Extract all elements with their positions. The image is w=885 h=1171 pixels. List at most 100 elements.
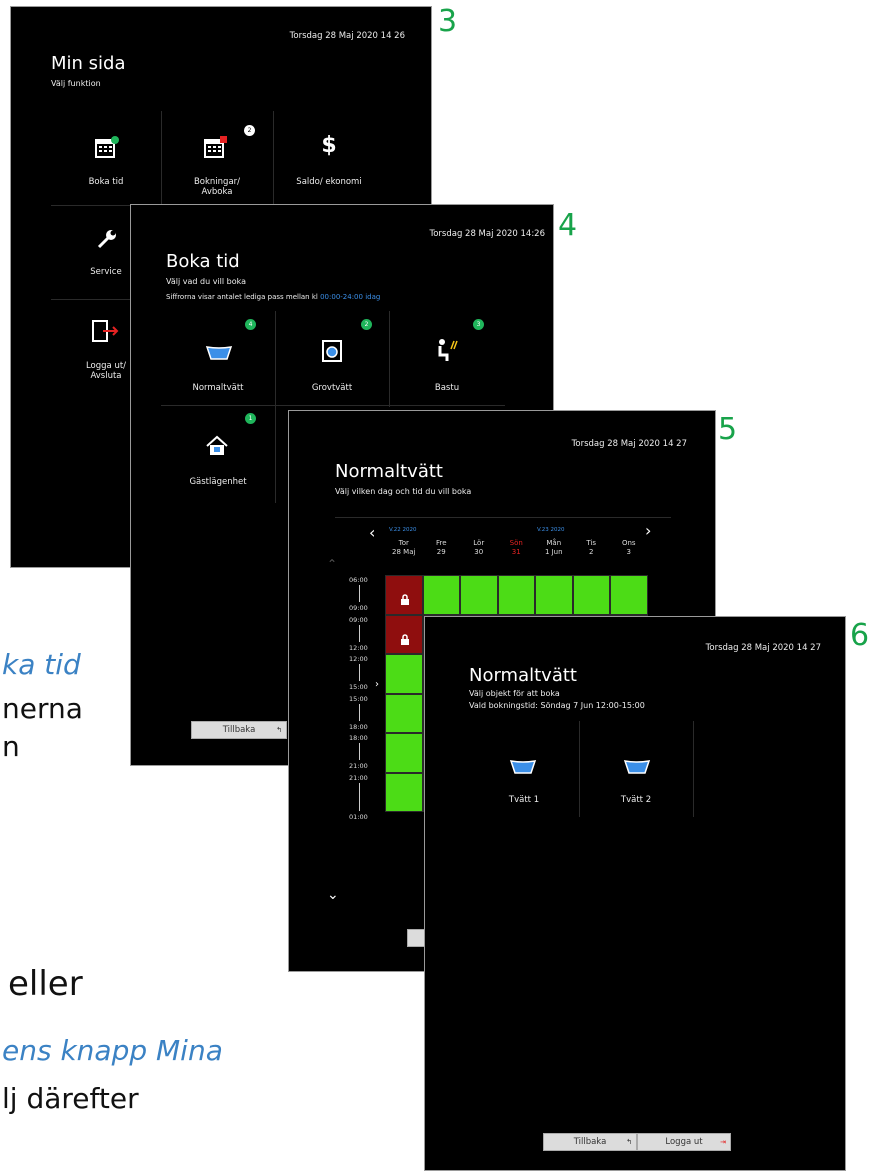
slot-available[interactable] [610,575,648,615]
back-button[interactable]: Tillbaka ↰ [543,1133,637,1151]
dollar-icon: $ [321,133,337,158]
day-date: 1 Jun [544,548,563,556]
day-header: Tis 2 [573,539,611,557]
slot-start-time: 06:00 [349,576,368,584]
slot-booked [385,614,423,654]
slot-start-time: 21:00 [349,773,368,782]
slot-available[interactable] [497,575,535,615]
slot-available[interactable] [422,575,460,615]
datetime: Torsdag 28 Maj 2020 14 27 [571,439,687,449]
tile-grovtvatt[interactable]: 2 Grovtvätt [275,311,389,405]
step-number-6: 6 [850,618,870,653]
week-label-23: V.23 2020 [537,527,565,533]
day-name: Tis [586,539,597,547]
day-header: Lör 30 [460,539,498,557]
slot-start-time: 09:00 [349,615,368,624]
slot-available[interactable] [460,575,498,615]
slot-end-time: 01:00 [349,812,368,821]
lock-icon [400,630,410,649]
tile-gastlagenhet[interactable]: 1 Gästlägenhet [161,405,275,501]
back-button[interactable]: Tillbaka ↰ [191,721,287,739]
lock-icon [400,590,410,609]
bg-text-1: ka tid [2,648,81,681]
washbasin-icon [205,346,233,360]
time-range-line [359,782,360,811]
slot-booked [385,575,423,615]
bg-text-3: n [2,730,20,763]
house-icon [206,435,228,455]
time-range-line [359,664,360,681]
bg-text-4: eller [8,964,83,1004]
slot-available[interactable] [385,772,423,812]
object-tvatt-1[interactable]: Tvätt 1 [469,721,579,817]
slot-end-time: 18:00 [349,722,368,731]
day-date: 2 [589,548,594,556]
page-title: Normaltvätt [335,461,443,482]
back-arrow-icon: ↰ [626,1138,632,1146]
page-title: Boka tid [166,251,240,272]
day-date: 3 [626,548,631,556]
tile-saldo[interactable]: $ Saldo/ ekonomi [273,111,385,205]
slot-available[interactable] [385,654,423,694]
bg-text-2: nerna [2,692,83,725]
calendar-check-icon [95,136,119,158]
available-count-badge: 2 [361,319,372,330]
day-date: 29 [436,548,446,556]
page-title: Normaltvätt [469,665,577,686]
day-name: Ons [621,539,636,547]
slot-start-time: 18:00 [349,734,368,742]
day-name: Tor [398,539,409,547]
step-number-5: 5 [718,412,738,447]
slot-available[interactable] [535,575,573,615]
day-date: 28 Maj [392,548,416,556]
day-name: Sön [509,539,523,547]
time-range-line [359,743,360,760]
time-expand-arrow[interactable]: › [375,679,379,690]
sauna-icon [438,339,458,361]
day-header: Fre 29 [423,539,461,557]
page-subtitle: Välj vad du vill boka [166,277,247,286]
slot-available[interactable] [385,693,423,733]
logout-icon [92,320,119,342]
washbasin-icon [623,760,651,774]
page-subtitle: Välj funktion [51,79,101,88]
page-subtitle: Välj objekt för att boka [469,689,560,698]
bg-text-6: lj därefter [2,1082,139,1115]
time-range-line [359,703,360,721]
day-header: Tor 28 Maj [385,539,423,557]
datetime: Torsdag 28 Maj 2020 14 26 [289,31,405,41]
logout-button[interactable]: Logga ut ⇥ [637,1133,731,1151]
day-name: Fre [435,539,447,547]
page-subtitle: Välj vilken dag och tid du vill boka [335,487,472,496]
time-range-line [359,624,360,642]
tile-bastu[interactable]: 3 Bastu [389,311,505,405]
notification-badge: 2 [244,125,255,136]
object-tvatt-2[interactable]: Tvätt 2 [579,721,693,817]
info-text: Siffrorna visar antalet lediga pass mell… [166,293,381,301]
day-name: Mån [546,539,562,547]
datetime: Torsdag 28 Maj 2020 14:26 [429,229,545,239]
tile-bokningar[interactable]: 2 Bokningar/ Avboka [161,111,273,205]
time-range-line [359,585,360,602]
tile-boka-tid[interactable]: Boka tid [51,111,161,205]
tile-normaltvatt[interactable]: 4 Normaltvätt [161,311,275,405]
day-header: Sön 31 [498,539,536,557]
scroll-down-arrow[interactable]: ⌄ [327,887,339,903]
screen-normaltvatt-objekt: Torsdag 28 Maj 2020 14 27 Normaltvätt Vä… [424,616,846,1171]
day-header: Ons 3 [610,539,648,557]
scroll-up-arrow[interactable]: ⌃ [327,557,337,571]
available-count-badge: 3 [473,319,484,330]
next-week-arrow[interactable]: › [645,521,651,540]
prev-week-arrow[interactable]: ‹ [369,523,375,542]
slot-available[interactable] [385,733,423,773]
washbasin-icon [509,760,537,774]
slot-start-time: 12:00 [349,655,368,663]
step-number-3: 3 [438,4,458,39]
datetime: Torsdag 28 Maj 2020 14 27 [705,643,821,653]
slot-end-time: 15:00 [349,683,368,691]
day-date: 30 [474,548,484,556]
slot-available[interactable] [572,575,610,615]
step-number-4: 4 [558,208,578,243]
slot-start-time: 15:00 [349,694,368,703]
day-header: Mån 1 Jun [535,539,573,557]
